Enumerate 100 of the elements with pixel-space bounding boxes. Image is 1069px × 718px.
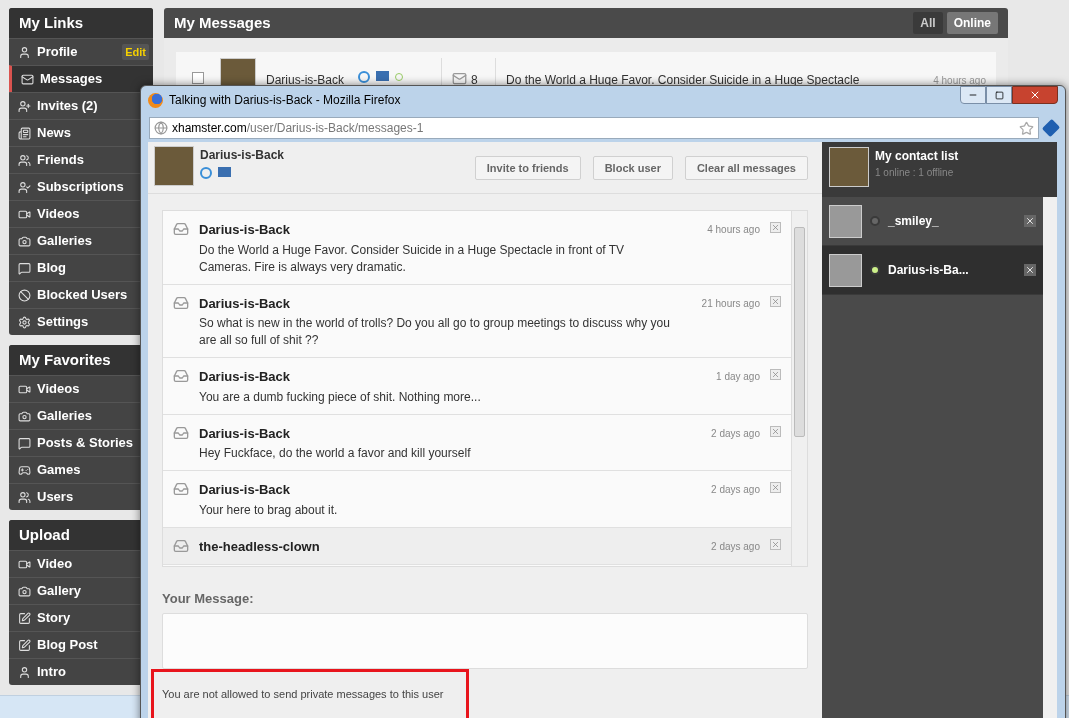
header-button[interactable]: Clear all messages — [684, 156, 808, 180]
delete-icon[interactable] — [770, 538, 781, 550]
sidebar-item-label: Settings — [37, 313, 90, 332]
maximize-icon — [994, 90, 1004, 100]
sidebar-item-label: Videos — [37, 380, 81, 399]
sidebar-item-label: Users — [37, 488, 75, 507]
person-plus-icon — [18, 99, 31, 113]
avatar-placeholder — [829, 147, 869, 187]
sidebar-item[interactable]: Messages — [9, 65, 153, 92]
message-text: You are a dumb fucking piece of shit. Nothing more... — [199, 388, 482, 406]
chat-message[interactable]: the-headless-clown 2 days ago — [163, 527, 791, 565]
flag-icon — [376, 71, 389, 81]
bookmark-star-icon[interactable] — [1019, 120, 1034, 136]
people-icon — [18, 490, 31, 504]
message-text: So what is new in the world of trolls? Do you all go to group meetings to discuss why you are all so full of shit ?? — [199, 315, 671, 349]
sidebar-item-label: Intro — [37, 663, 67, 682]
header-button[interactable]: Block user — [592, 156, 673, 180]
message-text: Hey Fuckface, do the world a favor and kill yourself — [199, 445, 472, 462]
delete-icon[interactable] — [770, 369, 781, 380]
message-time: 1 day ago — [716, 370, 760, 384]
message-count: 8 — [471, 72, 478, 89]
maximize-button[interactable] — [986, 86, 1012, 104]
message-sender: Darius-is-Back — [199, 368, 292, 386]
contacts-title: My contact list — [875, 148, 959, 165]
sidebar-item-label: Profile — [37, 43, 79, 62]
gamepad-icon — [18, 463, 31, 477]
avatar-placeholder — [154, 146, 194, 186]
camera-icon — [18, 584, 31, 598]
minimize-button[interactable] — [960, 86, 986, 104]
message-sender: the-headless-clown — [199, 537, 321, 556]
sidebar-item-label: Subscriptions — [37, 178, 125, 197]
flag-icon — [218, 167, 231, 177]
message-text: Do the World a Huge Favor. Consider Suicide in a Huge Spectacle in front of TV Cameras. Fire is always very dramatic. — [199, 241, 626, 276]
pen-note-icon — [18, 638, 31, 652]
url-text: xhamster.com/user/Darius-is-Back/messages-1 — [172, 120, 425, 137]
delete-icon[interactable] — [770, 295, 781, 307]
filter-tab[interactable]: Online — [946, 12, 998, 34]
male-icon — [358, 71, 370, 83]
checkbox[interactable] — [192, 72, 204, 84]
message-input-field[interactable] — [162, 612, 808, 669]
sidebar-item-label: Blog Post — [37, 636, 99, 655]
sidebar-item-label: News — [37, 124, 72, 143]
contact-name: Darius-is-Ba... — [888, 262, 970, 279]
people-icon — [18, 153, 31, 167]
panel-title: My Messages — [174, 12, 272, 33]
message-time: 21 hours ago — [701, 296, 760, 311]
sender-name[interactable]: Darius-is-Back — [266, 71, 352, 89]
contact-name: Darius-is-Back — [200, 147, 286, 164]
speech-bubble-icon — [18, 261, 31, 275]
sidebar-item-label: Blog — [37, 259, 67, 278]
newspaper-icon — [18, 126, 31, 140]
message-time: 4 hours ago — [933, 74, 987, 88]
edit-button[interactable]: Edit — [122, 43, 149, 61]
delete-icon[interactable] — [770, 482, 781, 493]
globe-icon — [154, 121, 168, 135]
sidebar-item-label: Galleries — [37, 407, 93, 426]
delete-icon[interactable] — [770, 222, 781, 233]
message-time: 2 days ago — [711, 539, 760, 554]
blocked-icon — [18, 288, 31, 302]
camera-icon — [18, 409, 31, 423]
sidebar-item-label: Gallery — [37, 582, 83, 601]
person-icon — [18, 665, 31, 679]
sidebar-item-label: Posts & Stories — [37, 434, 135, 453]
sidebar-item-label: Invites (2) — [37, 97, 99, 116]
address-bar[interactable]: xhamster.com/user/Darius-is-Back/messages-1 — [149, 117, 1039, 139]
sidebar-item-label: Galleries — [37, 232, 93, 251]
sidebar-item-label: Blocked Users — [37, 286, 129, 305]
remove-contact-icon[interactable] — [1024, 215, 1036, 227]
avatar-placeholder — [829, 204, 862, 238]
header-button[interactable]: Invite to friends — [474, 156, 581, 180]
message-time: 2 days ago — [711, 483, 760, 497]
browser-logo-icon — [148, 92, 163, 108]
camera-icon — [18, 234, 31, 248]
sidebar-item-label: Friends — [37, 151, 85, 170]
pen-note-icon — [18, 611, 31, 625]
message-sender: Darius-is-Back — [199, 424, 292, 443]
avatar-placeholder — [829, 253, 862, 287]
person-check-icon — [18, 180, 31, 194]
sidebar-item-label: Videos — [37, 205, 81, 224]
message-time: 4 hours ago — [707, 223, 760, 237]
male-icon — [200, 167, 212, 179]
sidebar-item-label: Video — [37, 555, 74, 574]
scrollbar[interactable] — [1043, 197, 1057, 718]
sidebar-item-label: Messages — [40, 70, 104, 89]
sidebar-item-label: Games — [37, 461, 82, 480]
notice-text: You are not allowed to send private messages to this user — [162, 687, 444, 703]
compose-label: Your Message: — [162, 590, 255, 608]
close-button[interactable] — [1012, 86, 1058, 104]
message-sender: Darius-is-Back — [199, 294, 292, 313]
filter-tab[interactable]: All — [913, 12, 943, 34]
contact-item[interactable]: Darius-is-Ba... — [822, 246, 1043, 295]
speech-bubble-icon — [18, 436, 31, 450]
delete-icon[interactable] — [770, 425, 781, 437]
message-sender: Darius-is-Back — [199, 221, 292, 239]
sidebar-heading: My Links — [9, 8, 153, 38]
message-text: Your here to brag about it. — [199, 501, 339, 519]
contacts-status: 1 online : 1 offline — [875, 166, 955, 180]
scrollbar[interactable] — [791, 211, 807, 566]
remove-contact-icon[interactable] — [1024, 264, 1036, 276]
contact-name: _smiley_ — [888, 213, 940, 230]
